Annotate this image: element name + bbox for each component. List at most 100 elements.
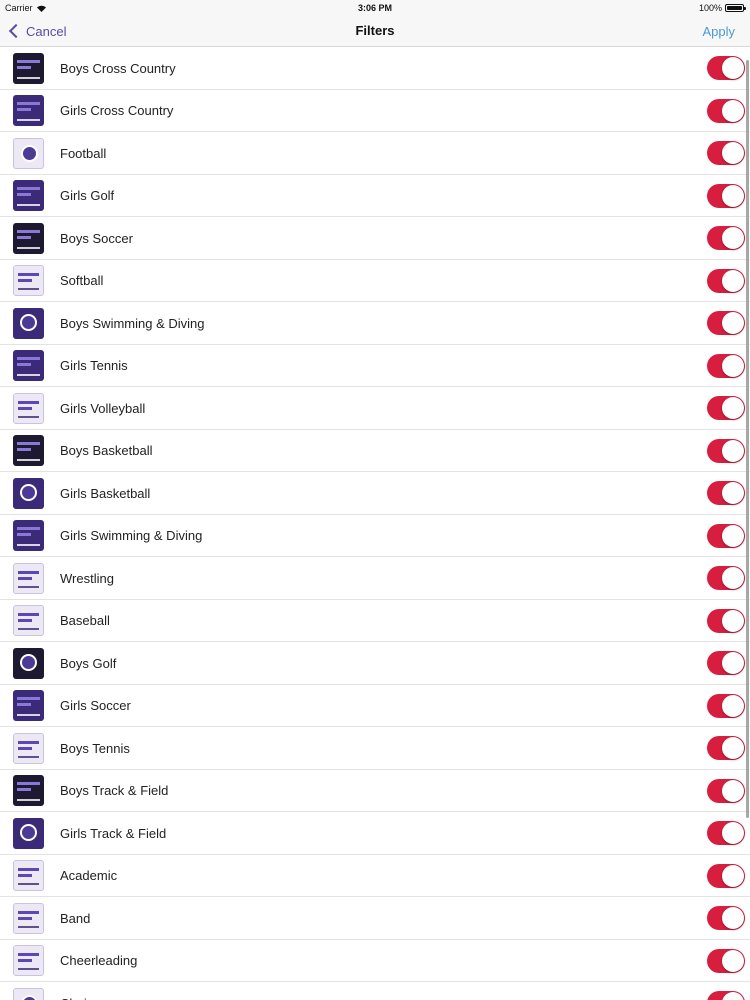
nav-bar: Cancel Filters Apply bbox=[0, 15, 750, 47]
logo-mark bbox=[18, 279, 32, 283]
apply-button[interactable]: Apply bbox=[702, 15, 735, 47]
filter-toggle[interactable] bbox=[707, 863, 745, 888]
filter-row: Football bbox=[0, 132, 750, 175]
filter-label: Cheerleading bbox=[60, 953, 138, 969]
logo-mark bbox=[18, 576, 32, 580]
filter-toggle[interactable] bbox=[707, 98, 745, 123]
ball-icon bbox=[21, 144, 38, 162]
team-logo-icon bbox=[13, 95, 44, 127]
filter-label: Girls Tennis bbox=[60, 358, 128, 374]
filter-toggle[interactable] bbox=[707, 438, 745, 463]
filter-toggle[interactable] bbox=[707, 268, 745, 293]
toggle-knob bbox=[722, 227, 744, 249]
filter-toggle[interactable] bbox=[707, 608, 745, 633]
logo-mark bbox=[17, 108, 31, 112]
filter-toggle[interactable] bbox=[707, 481, 745, 505]
page-title: Filters bbox=[355, 23, 395, 38]
status-bar: Carrier 3:06 PM 100% bbox=[0, 0, 750, 15]
logo-mark bbox=[17, 235, 31, 239]
logo-mark bbox=[18, 959, 32, 963]
filter-toggle[interactable] bbox=[707, 226, 745, 250]
filter-list[interactable]: Boys Cross Country Girls Cross Country Foo… bbox=[0, 47, 750, 1000]
logo-mark bbox=[17, 782, 40, 786]
logo-mark bbox=[17, 363, 31, 367]
filter-label: Girls Volleyball bbox=[60, 400, 146, 416]
toggle-knob bbox=[722, 737, 744, 759]
team-logo-icon bbox=[13, 520, 44, 552]
filter-toggle[interactable] bbox=[707, 651, 745, 675]
filter-toggle[interactable] bbox=[707, 821, 745, 845]
filter-toggle[interactable] bbox=[707, 693, 745, 718]
filter-row: Boys Track & Field bbox=[0, 769, 750, 812]
ball-icon bbox=[20, 823, 37, 841]
filter-toggle[interactable] bbox=[707, 906, 745, 930]
logo-mark bbox=[17, 799, 40, 802]
team-logo-icon bbox=[13, 902, 44, 934]
logo-mark bbox=[17, 442, 40, 446]
logo-mark bbox=[17, 448, 31, 452]
team-logo-icon bbox=[13, 775, 44, 807]
logo-mark bbox=[18, 613, 39, 617]
toggle-knob bbox=[722, 397, 744, 419]
team-logo-icon bbox=[13, 817, 44, 849]
logo-mark bbox=[18, 400, 39, 404]
logo-mark bbox=[17, 76, 40, 79]
filter-label: Football bbox=[60, 145, 107, 161]
filter-label: Academic bbox=[60, 868, 118, 884]
filter-toggle[interactable] bbox=[707, 353, 745, 378]
filter-toggle[interactable] bbox=[707, 56, 745, 80]
logo-mark bbox=[18, 755, 39, 758]
battery-fill bbox=[727, 5, 742, 10]
toggle-knob bbox=[722, 99, 744, 122]
filter-row: Softball bbox=[0, 259, 750, 302]
filter-toggle[interactable] bbox=[707, 778, 745, 803]
cancel-button[interactable]: Cancel bbox=[8, 15, 66, 47]
logo-mark bbox=[17, 544, 40, 547]
filter-label: Choir bbox=[60, 996, 750, 1000]
filter-toggle[interactable] bbox=[707, 183, 745, 208]
logo-mark bbox=[18, 883, 39, 886]
filter-label: Girls Track & Field bbox=[60, 825, 167, 841]
logo-mark bbox=[18, 910, 39, 914]
logo-mark bbox=[17, 788, 31, 792]
team-logo-icon bbox=[13, 690, 44, 722]
team-logo-icon bbox=[13, 732, 44, 764]
scrollbar[interactable] bbox=[746, 60, 749, 818]
filter-label: Boys Golf bbox=[60, 655, 117, 671]
toggle-knob bbox=[722, 57, 744, 79]
toggle-knob bbox=[722, 567, 744, 589]
logo-mark bbox=[17, 374, 40, 377]
chevron-left-icon bbox=[8, 23, 24, 39]
cancel-label: Cancel bbox=[26, 23, 67, 39]
logo-mark bbox=[18, 273, 39, 277]
filter-toggle[interactable] bbox=[707, 991, 745, 1000]
filter-row: Boys Swimming & Diving bbox=[0, 302, 750, 345]
filter-label: Boys Track & Field bbox=[60, 783, 169, 799]
logo-mark bbox=[18, 415, 39, 418]
toggle-knob bbox=[722, 439, 744, 462]
status-right: 100% bbox=[699, 3, 746, 13]
filter-row: Choir bbox=[0, 982, 750, 1000]
filter-label: Girls Cross Country bbox=[60, 103, 174, 119]
filter-row: Girls Volleyball bbox=[0, 387, 750, 430]
filter-toggle[interactable] bbox=[707, 566, 745, 590]
filter-row: Girls Basketball bbox=[0, 472, 750, 515]
filter-toggle[interactable] bbox=[707, 396, 745, 420]
toggle-knob bbox=[722, 312, 744, 334]
filter-row: Boys Basketball bbox=[0, 429, 750, 472]
filter-toggle[interactable] bbox=[707, 948, 745, 973]
filter-row: Boys Cross Country bbox=[0, 47, 750, 90]
logo-mark bbox=[18, 570, 39, 574]
filter-label: Band bbox=[60, 910, 91, 926]
team-logo-icon bbox=[13, 180, 44, 212]
wifi-icon bbox=[36, 5, 46, 12]
logo-mark bbox=[18, 619, 32, 623]
logo-mark bbox=[17, 459, 40, 462]
filter-label: Girls Basketball bbox=[60, 485, 151, 501]
filter-toggle[interactable] bbox=[707, 523, 745, 548]
team-logo-icon bbox=[13, 945, 44, 977]
filter-row: Girls Cross Country bbox=[0, 89, 750, 132]
filter-toggle[interactable] bbox=[707, 311, 745, 335]
filter-toggle[interactable] bbox=[707, 141, 745, 165]
filter-toggle[interactable] bbox=[707, 736, 745, 760]
